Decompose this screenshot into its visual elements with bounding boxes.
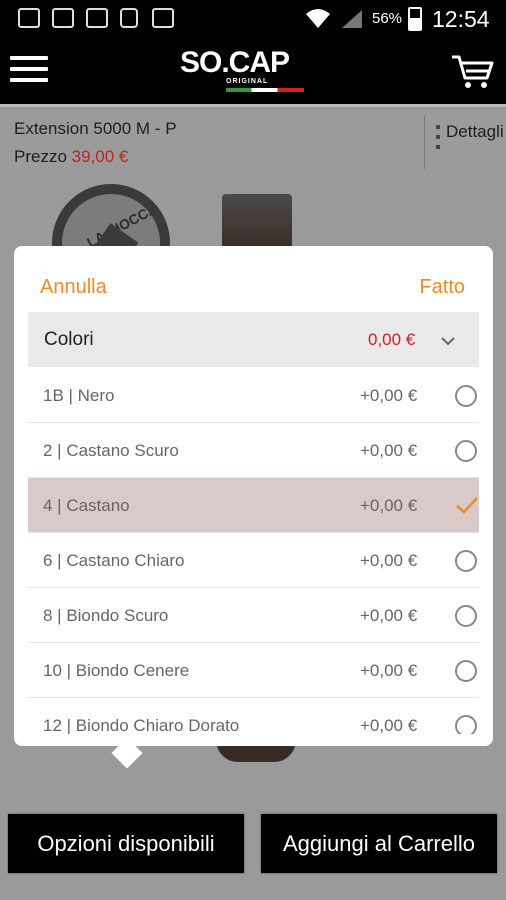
italian-flag-stripe (226, 88, 304, 92)
colors-section-header[interactable]: Colori 0,00 € (28, 312, 479, 367)
radio-icon[interactable] (455, 440, 477, 462)
app-header: SO.CAP ORIGINAL (0, 38, 506, 104)
option-price: +0,00 € (360, 551, 418, 570)
color-option-selected[interactable]: 4 | Castano +0,00 € (28, 478, 479, 533)
wifi-icon (306, 9, 330, 28)
logo-text: SO.CAP (180, 46, 290, 79)
details-icon[interactable] (436, 125, 442, 155)
option-label: 2 | Castano Scuro (43, 441, 179, 460)
color-option[interactable]: 2 | Castano Scuro +0,00 € (28, 423, 479, 478)
cancel-button[interactable]: Annulla (40, 276, 107, 299)
radio-icon[interactable] (455, 385, 477, 407)
brand-logo: SO.CAP ORIGINAL (180, 46, 310, 96)
option-label: 4 | Castano (43, 496, 130, 515)
cart-icon[interactable] (450, 52, 494, 90)
section-price: 0,00 € (368, 330, 416, 349)
image-notification-icon (52, 8, 74, 28)
details-button[interactable]: Dettagli (446, 121, 506, 142)
price-value: 39,00 € (71, 147, 129, 166)
option-price: +0,00 € (360, 441, 418, 460)
product-price: Prezzo 39,00 € (14, 147, 128, 167)
radio-icon[interactable] (455, 605, 477, 627)
product-name: Extension 5000 M - P (14, 119, 177, 138)
radio-icon[interactable] (455, 550, 477, 572)
device-notification-icon (120, 8, 138, 28)
status-bar: 56% 12:54 (0, 0, 506, 38)
color-option[interactable]: 12 | Biondo Chiaro Dorato +0,00 € (28, 698, 479, 734)
add-to-cart-button[interactable]: Aggiungi al Carrello (261, 814, 497, 873)
price-label: Prezzo (14, 147, 67, 166)
color-option[interactable]: 10 | Biondo Cenere +0,00 € (28, 643, 479, 698)
chevron-down-icon (441, 337, 455, 346)
section-title: Colori (44, 329, 94, 350)
notification-icon (18, 8, 40, 28)
available-options-button[interactable]: Opzioni disponibili (8, 814, 244, 873)
option-price: +0,00 € (360, 386, 418, 405)
option-label: 1B | Nero (43, 386, 115, 405)
logo-subtitle: ORIGINAL (226, 78, 269, 85)
clock: 12:54 (432, 6, 490, 32)
details-separator (424, 115, 425, 169)
option-label: 12 | Biondo Chiaro Dorato (43, 716, 240, 734)
photo-notification-icon (152, 8, 174, 28)
product-image (222, 194, 292, 254)
option-label: 6 | Castano Chiaro (43, 551, 185, 570)
options-popup: Annulla Fatto Colori 0,00 € 1B | Nero +0… (14, 246, 493, 746)
radio-icon[interactable] (455, 660, 477, 682)
option-price: +0,00 € (360, 661, 418, 680)
color-option[interactable]: 6 | Castano Chiaro +0,00 € (28, 533, 479, 588)
option-label: 8 | Biondo Scuro (43, 606, 169, 625)
done-button[interactable]: Fatto (419, 276, 465, 299)
radio-icon[interactable] (455, 715, 477, 734)
option-price: +0,00 € (360, 606, 418, 625)
chart-notification-icon (86, 8, 108, 28)
checkmark-icon[interactable] (454, 493, 479, 517)
battery-percentage: 56% (372, 10, 403, 27)
menu-icon[interactable] (10, 56, 48, 86)
option-price: +0,00 € (360, 716, 418, 734)
battery-icon (408, 7, 422, 31)
option-price: +0,00 € (360, 496, 418, 515)
color-options-list[interactable]: 1B | Nero +0,00 € 2 | Castano Scuro +0,0… (28, 368, 479, 734)
signal-icon (342, 10, 362, 28)
color-option[interactable]: 1B | Nero +0,00 € (28, 368, 479, 423)
color-option[interactable]: 8 | Biondo Scuro +0,00 € (28, 588, 479, 643)
product-bar: Extension 5000 M - P Prezzo 39,00 € Dett… (0, 107, 506, 177)
option-label: 10 | Biondo Cenere (43, 661, 190, 680)
